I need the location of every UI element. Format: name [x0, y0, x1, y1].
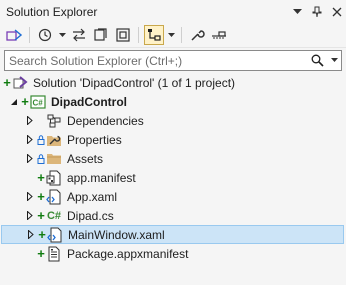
- tree-item-label: App.xaml: [67, 189, 118, 204]
- switch-views-icon[interactable]: [4, 25, 24, 45]
- pending-changes-filter-icon[interactable]: [35, 25, 55, 45]
- tree-item-label: Properties: [67, 132, 122, 147]
- cs-badge: C#: [46, 209, 62, 222]
- tree-item-package-appxmanifest[interactable]: + Package.appxmanifest: [0, 244, 346, 263]
- added-status-icon: +: [37, 170, 45, 185]
- collapsed-arrow-icon[interactable]: [24, 134, 36, 146]
- tree-item-label: Solution 'DipadControl' (1 of 1 project): [33, 75, 236, 90]
- chevron-down-icon[interactable]: [327, 51, 341, 70]
- manifest-file-icon: [46, 170, 62, 186]
- tree-item-label: Package.appxmanifest: [67, 246, 189, 261]
- tree-item-label: MainWindow.xaml: [68, 227, 165, 242]
- chevron-down-icon[interactable]: [166, 25, 176, 45]
- show-all-files-icon[interactable]: [144, 25, 164, 45]
- solution-icon: [12, 75, 28, 91]
- tree-item-app-xaml[interactable]: + App.xaml: [0, 187, 346, 206]
- xaml-file-icon: [47, 227, 63, 243]
- tree-item-label: Dependencies: [67, 113, 144, 128]
- csharp-file-icon: C#: [46, 208, 62, 224]
- tree-item-label: Assets: [67, 151, 104, 166]
- tree-item-dependencies[interactable]: Dependencies: [0, 111, 346, 130]
- tree-item-dipad-cs[interactable]: + C# Dipad.cs: [0, 206, 346, 225]
- folder-icon: [46, 151, 62, 167]
- collapsed-arrow-icon[interactable]: [24, 115, 36, 127]
- tree-item-properties[interactable]: Properties: [0, 130, 346, 149]
- lock-icon: [36, 153, 46, 165]
- toolbar-separator: [181, 27, 182, 43]
- pin-icon[interactable]: [310, 5, 324, 19]
- sync-with-active-document-icon[interactable]: [69, 25, 89, 45]
- title-bar: Solution Explorer: [0, 0, 346, 23]
- dependencies-icon: [46, 113, 62, 129]
- added-status-icon: +: [21, 94, 29, 109]
- tree-item-label: app.manifest: [67, 170, 136, 185]
- tree-item-assets[interactable]: Assets: [0, 149, 346, 168]
- tree-item-mainwindow-xaml[interactable]: + MainWindow.xaml: [1, 225, 344, 244]
- added-status-icon: +: [37, 189, 45, 204]
- svg-text:C#: C#: [33, 98, 44, 107]
- csharp-project-icon: C#: [30, 94, 46, 110]
- tree-item-label: Dipad.cs: [67, 208, 114, 223]
- tree-item-solution[interactable]: + Solution 'DipadControl' (1 of 1 projec…: [0, 73, 346, 92]
- search-box[interactable]: Search Solution Explorer (Ctrl+;): [4, 50, 342, 71]
- package-manifest-icon: [46, 246, 62, 262]
- collapsed-arrow-icon[interactable]: [25, 229, 37, 241]
- added-status-icon: +: [37, 208, 45, 223]
- added-status-icon: +: [3, 75, 11, 90]
- close-icon[interactable]: [330, 5, 344, 19]
- wrench-folder-icon: [46, 132, 62, 148]
- search-input[interactable]: Search Solution Explorer (Ctrl+;): [5, 54, 307, 68]
- properties-wrench-icon[interactable]: [187, 25, 207, 45]
- xaml-file-icon: [46, 189, 62, 205]
- toolbar-separator: [138, 27, 139, 43]
- collapsed-arrow-icon[interactable]: [24, 191, 36, 203]
- tree-item-project[interactable]: + C# DipadControl: [0, 92, 346, 111]
- collapse-all-icon[interactable]: [113, 25, 133, 45]
- refresh-icon[interactable]: [91, 25, 111, 45]
- preview-selected-items-icon[interactable]: [209, 25, 229, 45]
- toolbar-separator: [29, 27, 30, 43]
- expanded-arrow-icon[interactable]: [8, 96, 20, 108]
- added-status-icon: +: [37, 246, 45, 261]
- window-position-dropdown-icon[interactable]: [290, 5, 304, 19]
- collapsed-arrow-icon[interactable]: [24, 153, 36, 165]
- tree-item-label: DipadControl: [51, 94, 127, 109]
- chevron-down-icon[interactable]: [57, 25, 67, 45]
- tree-item-app-manifest[interactable]: + app.manifest: [0, 168, 346, 187]
- collapsed-arrow-icon[interactable]: [24, 210, 36, 222]
- toolbar: [0, 23, 346, 48]
- search-icon[interactable]: [307, 51, 327, 70]
- added-status-icon: +: [38, 227, 46, 242]
- lock-icon: [36, 134, 46, 146]
- panel-title: Solution Explorer: [6, 4, 98, 19]
